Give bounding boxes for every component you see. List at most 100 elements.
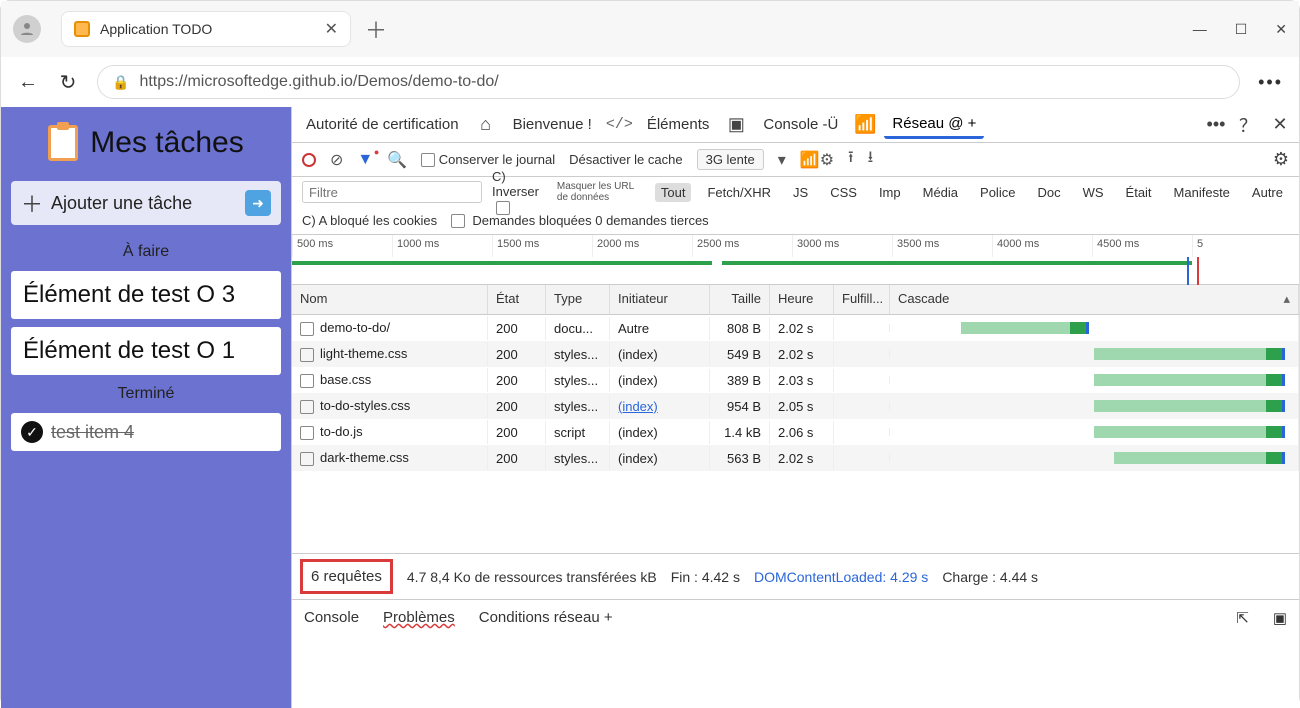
file-icon [300,426,314,440]
col-type[interactable]: Type [546,285,610,314]
transferred-label: 4.7 8,4 Ko de ressources transférées kB [407,569,657,585]
url-field[interactable]: 🔒 https://microsoftedge.github.io/Demos/… [97,65,1240,99]
back-button[interactable]: ← [17,71,39,94]
browser-menu-button[interactable]: ••• [1258,72,1283,93]
filter-chip-fetch[interactable]: Fetch/XHR [701,183,777,202]
refresh-button[interactable]: ↻ [57,70,79,95]
search-button[interactable]: 🔍 [387,150,407,170]
wifi-icon: 📶 [852,114,878,135]
network-row[interactable]: base.css200styles...(index)389 B2.03 s [292,367,1299,393]
blocked-requests-checkbox[interactable] [451,214,465,228]
network-row[interactable]: demo-to-do/200docu...Autre808 B2.02 s [292,315,1299,341]
filter-chip-other[interactable]: Autre [1246,183,1289,202]
col-status[interactable]: État [488,285,546,314]
col-fulfilled[interactable]: Fulfill... [834,285,890,314]
tab-authority[interactable]: Autorité de certification [298,112,467,137]
col-time[interactable]: Heure [770,285,834,314]
task-item[interactable]: Élément de test O 1 [11,327,281,375]
filter-chip-manifest[interactable]: Manifeste [1168,183,1236,202]
maximize-button[interactable]: ☐ [1235,21,1248,38]
help-button[interactable]: ？ [1235,112,1261,138]
ruler-tick: 2500 ms [692,235,792,257]
filter-chip-js[interactable]: JS [787,183,814,202]
preserve-log-checkbox[interactable] [421,153,435,167]
tab-welcome[interactable]: Bienvenue ! [505,112,600,137]
task-item[interactable]: Élément de test O 3 [11,271,281,319]
initiator-link: (index) [618,425,658,440]
network-table-body: demo-to-do/200docu...Autre808 B2.02 slig… [292,315,1299,553]
network-row[interactable]: to-do.js200script(index)1.4 kB2.06 s [292,419,1299,445]
clipboard-icon [48,125,78,161]
drawer-tab-problems[interactable]: Problèmes [383,609,455,626]
network-row[interactable]: light-theme.css200styles...(index)549 B2… [292,341,1299,367]
disable-cache-label[interactable]: Désactiver le cache [569,152,682,167]
col-waterfall[interactable]: Cascade▴ [890,285,1299,314]
window-controls: — ☐ ✕ [1193,21,1287,38]
network-row[interactable]: to-do-styles.css200styles...(index)954 B… [292,393,1299,419]
import-har-icon[interactable]: ⭱ [848,146,854,173]
filter-chip-media[interactable]: Média [917,183,964,202]
network-conditions-icon[interactable]: 📶⚙ [800,150,834,170]
ruler-tick: 3000 ms [792,235,892,257]
initiator-link[interactable]: (index) [618,399,658,414]
devtools-drawer: Console Problèmes Conditions réseau + ⇱ … [292,599,1299,635]
drawer-expand-icon[interactable]: ⇱ [1236,609,1249,627]
profile-avatar[interactable] [13,15,41,43]
tab-elements[interactable]: Éléments [639,112,718,137]
elements-icon: </> [606,116,633,133]
drawer-tab-console[interactable]: Console [304,609,359,626]
filter-chip-css[interactable]: CSS [824,183,863,202]
filter-input[interactable] [302,181,482,203]
tab-console[interactable]: Console -Ü [755,112,846,137]
network-table-header: Nom État Type Initiateur Taille Heure Fu… [292,285,1299,315]
browser-tab-strip: Application TODO ✕ ＋ — ☐ ✕ [1,1,1299,57]
section-todo-label: À faire [11,243,281,261]
col-initiator[interactable]: Initiateur [610,285,710,314]
file-icon [300,322,314,336]
file-icon [300,452,314,466]
drawer-tab-network-conditions[interactable]: Conditions réseau + [479,609,613,626]
filter-chip-all[interactable]: Tout [655,183,692,202]
devtools-menu-button[interactable]: ••• [1203,114,1229,135]
export-har-icon[interactable]: ⭳ [868,146,874,173]
blocked-cookies-label[interactable]: C) A bloqué les cookies [302,213,437,228]
network-row[interactable]: dark-theme.css200styles...(index)563 B2.… [292,445,1299,471]
file-icon [300,400,314,414]
add-task-input[interactable]: Ajouter une tâche [51,193,237,214]
browser-tab[interactable]: Application TODO ✕ [61,11,351,47]
filter-chip-wasm[interactable]: Était [1120,183,1158,202]
favicon-icon [74,21,90,37]
throttle-select[interactable]: 3G lente [697,149,764,170]
network-timeline[interactable]: 500 ms 1000 ms 1500 ms 2000 ms 2500 ms 3… [292,235,1299,285]
done-task-item[interactable]: ✓ test item 4 [11,413,281,451]
filter-chip-doc[interactable]: Doc [1031,183,1066,202]
throttle-dropdown-icon[interactable]: ▾ [778,150,786,170]
filter-chip-ws[interactable]: WS [1077,183,1110,202]
done-task-label: test item 4 [51,422,134,443]
blocked-requests-label: Demandes bloquées 0 demandes tierces [472,213,708,228]
close-tab-icon[interactable]: ✕ [325,19,338,39]
hide-data-urls-label[interactable]: Masquer les URL de données [557,181,645,203]
new-tab-button[interactable]: ＋ [365,13,387,45]
submit-task-button[interactable]: ➜ [245,190,271,216]
filter-chip-img[interactable]: Imp [873,183,907,202]
col-size[interactable]: Taille [710,285,770,314]
devtools-panel: Autorité de certification ⌂ Bienvenue ! … [291,107,1299,708]
close-window-button[interactable]: ✕ [1275,21,1287,38]
initiator-link: (index) [618,373,658,388]
ruler-tick: 4500 ms [1092,235,1192,257]
console-icon: ▣ [723,114,749,135]
tab-network[interactable]: Réseau @ + [884,111,984,139]
clear-button[interactable]: ⊘ [330,150,343,170]
record-button[interactable] [302,153,316,167]
url-text: https://microsoftedge.github.io/Demos/de… [139,73,498,91]
drawer-dock-icon[interactable]: ▣ [1273,609,1287,627]
home-icon[interactable]: ⌂ [473,114,499,135]
col-name[interactable]: Nom [292,285,488,314]
minimize-button[interactable]: — [1193,21,1207,38]
filter-toggle-button[interactable]: ▼ [357,151,373,169]
settings-button[interactable]: ⚙ [1273,149,1289,170]
address-bar: ← ↻ 🔒 https://microsoftedge.github.io/De… [1,57,1299,107]
filter-chip-font[interactable]: Police [974,183,1021,202]
close-devtools-button[interactable]: ✕ [1267,114,1293,135]
